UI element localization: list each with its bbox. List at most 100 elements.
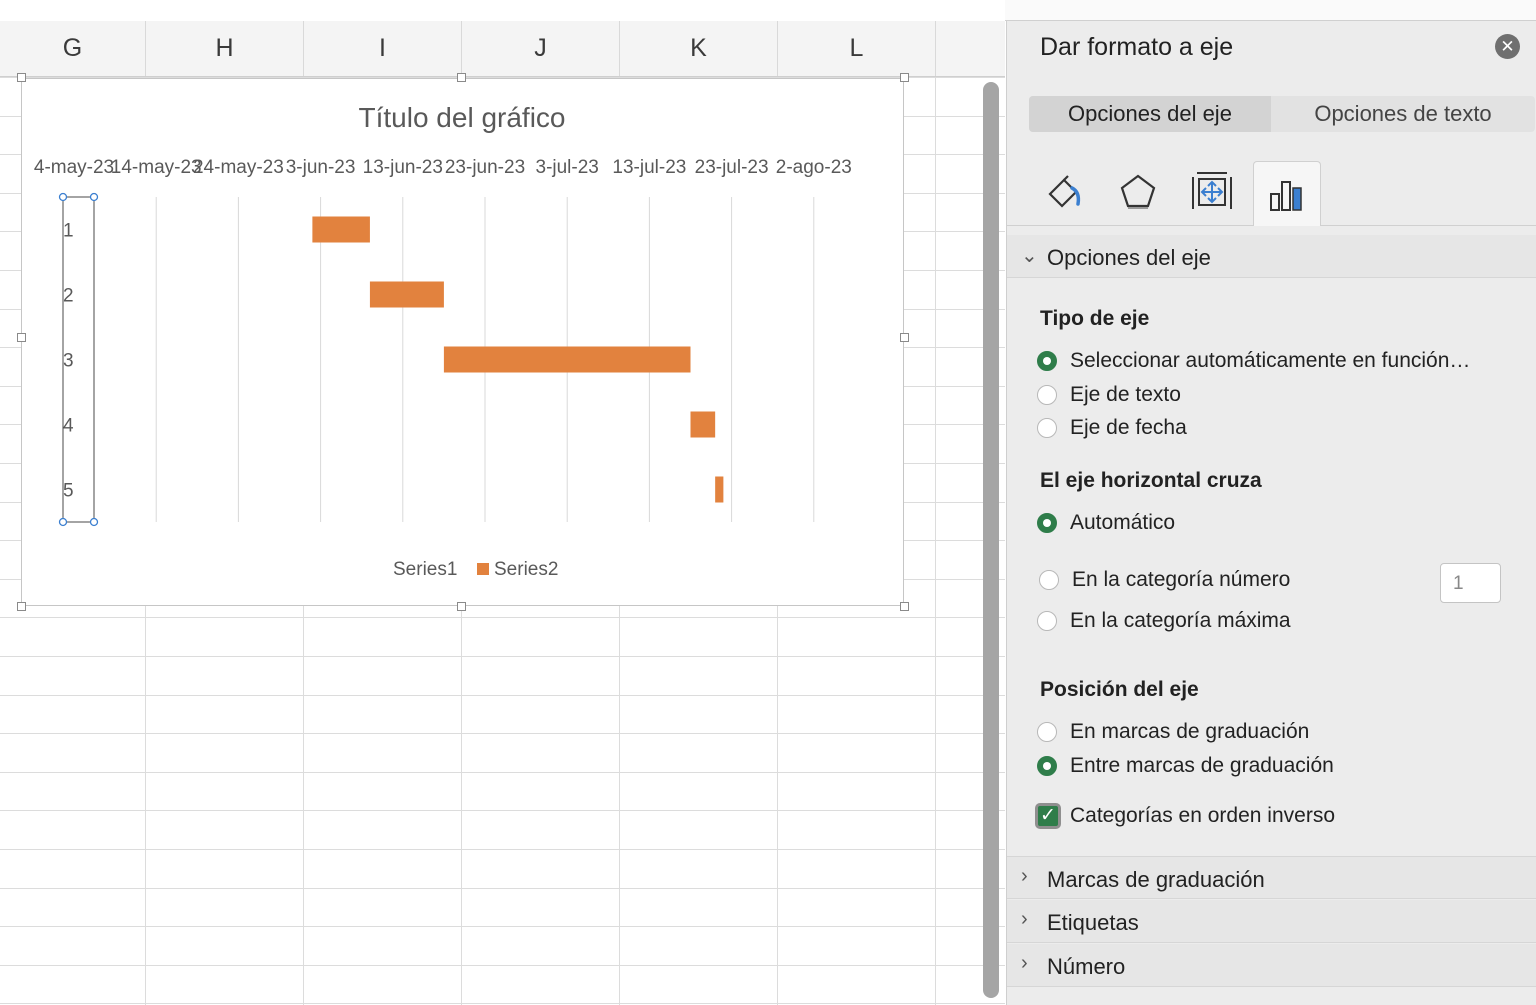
gantt-bar: [443, 346, 691, 373]
radio-button[interactable]: [1039, 570, 1059, 590]
y-category-label: 1: [63, 221, 74, 242]
radio-button-selected[interactable]: [1037, 513, 1057, 533]
chevron-down-icon: ⌄: [1021, 245, 1038, 267]
crosses-heading: El eje horizontal cruza: [1040, 469, 1262, 492]
effects-button[interactable]: [1105, 161, 1171, 223]
chevron-right-icon: ›: [1021, 952, 1028, 974]
y-category-label: 4: [63, 416, 74, 437]
axis-selection-handle: [89, 192, 99, 202]
radio-crosses-at-max[interactable]: En la categoría máxima: [1037, 607, 1291, 635]
radio-button[interactable]: [1037, 722, 1057, 742]
x-tick-label: 2-ago-23: [776, 157, 852, 178]
radio-label: En la categoría número: [1072, 568, 1291, 591]
radio-label: Automático: [1070, 511, 1176, 534]
tab-axis-options[interactable]: Opciones del eje: [1029, 96, 1271, 132]
legend-series2-swatch: [477, 563, 489, 575]
y-category-label: 5: [63, 481, 74, 502]
column-header-g[interactable]: G: [0, 21, 146, 76]
vertical-scrollbar[interactable]: [983, 82, 999, 998]
x-tick-label: 3-jul-23: [536, 157, 599, 178]
chart-legend[interactable]: Series1 Series2: [393, 559, 558, 580]
grid-row-line: [0, 1003, 1005, 1004]
radio-on-tick-marks[interactable]: En marcas de graduación: [1037, 718, 1309, 746]
y-axis-category-labels[interactable]: 1 2 3 4 5: [63, 221, 74, 502]
legend-series1-label: Series1: [393, 559, 457, 580]
section-axis-options[interactable]: ⌄ Opciones del eje: [1007, 235, 1536, 278]
grid-column-line: [935, 77, 936, 1005]
radio-button-selected[interactable]: [1037, 756, 1057, 776]
chart-resize-handle[interactable]: [900, 333, 909, 342]
radio-label: Eje de fecha: [1070, 416, 1187, 439]
checkbox-checked-icon[interactable]: ✓: [1035, 803, 1061, 829]
checkbox-reverse-order[interactable]: ✓ Categorías en orden inverso: [1035, 802, 1335, 830]
x-tick-label: 14-may-23: [111, 157, 202, 178]
category-number-input[interactable]: 1: [1440, 563, 1501, 603]
radio-axis-auto[interactable]: Seleccionar automáticamente en función…: [1037, 347, 1470, 375]
column-header-m[interactable]: I: [936, 21, 1005, 76]
chart-title[interactable]: Título del gráfico: [359, 102, 566, 133]
column-header-j[interactable]: J: [462, 21, 620, 76]
grid-row-line: [0, 810, 1005, 811]
section-number[interactable]: › Número: [1007, 944, 1536, 987]
radio-date-axis[interactable]: Eje de fecha: [1037, 414, 1187, 442]
legend-series2-label: Series2: [494, 559, 558, 580]
gantt-bar: [312, 216, 370, 243]
size-properties-icon: [1192, 172, 1232, 209]
y-category-label: 2: [63, 286, 74, 307]
column-header-l[interactable]: L: [778, 21, 936, 76]
section-label: Número: [1047, 954, 1126, 979]
radio-crosses-automatic[interactable]: Automático: [1037, 509, 1175, 537]
axis-position-heading: Posición del eje: [1040, 678, 1199, 701]
tab-text-options[interactable]: Opciones de texto: [1271, 96, 1535, 132]
x-tick-label: 24-may-23: [193, 157, 284, 178]
section-label: Marcas de graduación: [1047, 867, 1265, 892]
chart-resize-handle[interactable]: [17, 73, 26, 82]
chart-resize-handle[interactable]: [900, 602, 909, 611]
chart-resize-handle[interactable]: [457, 73, 466, 82]
grid-row-line: [0, 656, 1005, 657]
fill-line-button[interactable]: [1031, 161, 1097, 223]
panel-title: Dar formato a eje: [1040, 33, 1234, 61]
x-axis-tick-labels[interactable]: 4-may-2314-may-2324-may-23 3-jun-23 13-jun…: [34, 157, 852, 178]
grid-row-line: [0, 772, 1005, 773]
checkbox-label: Categorías en orden inverso: [1070, 804, 1335, 827]
x-tick-label: 3-jun-23: [286, 157, 356, 178]
axis-selection-handle: [89, 517, 99, 527]
radio-text-axis[interactable]: Eje de texto: [1037, 381, 1181, 409]
section-labels[interactable]: › Etiquetas: [1007, 900, 1536, 943]
radio-button[interactable]: [1037, 418, 1057, 438]
chart-resize-handle[interactable]: [457, 602, 466, 611]
format-axis-panel: Dar formato a eje ✕ Opciones del eje Opc…: [1006, 21, 1536, 1005]
chart-svg: Título del gráfico 4-may-2314-may-2324-m…: [34, 102, 852, 580]
radio-label: Seleccionar automáticamente en función…: [1070, 349, 1471, 372]
spreadsheet-area: G H I J K L I Título del gráfico 4-may-2…: [0, 0, 1005, 1005]
gantt-bar: [715, 476, 724, 503]
close-icon[interactable]: ✕: [1495, 34, 1520, 59]
radio-button[interactable]: [1037, 611, 1057, 631]
radio-between-tick-marks[interactable]: Entre marcas de graduación: [1037, 752, 1334, 780]
gantt-bar: [690, 411, 716, 438]
chart-bars[interactable]: [312, 216, 724, 503]
chart-resize-handle[interactable]: [900, 73, 909, 82]
chevron-right-icon: ›: [1021, 908, 1028, 930]
chart-resize-handle[interactable]: [17, 333, 26, 342]
column-header-row: G H I J K L I: [0, 21, 1005, 77]
format-category-icons: [1007, 159, 1536, 226]
axis-options-button[interactable]: [1253, 161, 1321, 226]
radio-label: En la categoría máxima: [1070, 609, 1291, 632]
grid-row-line: [0, 888, 1005, 889]
section-tick-marks[interactable]: › Marcas de graduación: [1007, 856, 1536, 899]
column-header-k[interactable]: K: [620, 21, 778, 76]
gantt-chart[interactable]: Título del gráfico 4-may-23 14-may-23 24-m…: [21, 78, 904, 606]
column-header-h[interactable]: H: [146, 21, 304, 76]
radio-crosses-at-category[interactable]: En la categoría número: [1039, 566, 1290, 594]
radio-button-selected[interactable]: [1037, 351, 1057, 371]
grid-row-line: [0, 733, 1005, 734]
x-tick-label: 23-jun-23: [445, 157, 525, 178]
chart-resize-handle[interactable]: [17, 602, 26, 611]
column-header-i[interactable]: I: [304, 21, 462, 76]
size-properties-button[interactable]: [1179, 161, 1245, 223]
radio-button[interactable]: [1037, 385, 1057, 405]
grid-row-line: [0, 926, 1005, 927]
x-tick-label: 13-jul-23: [612, 157, 686, 178]
